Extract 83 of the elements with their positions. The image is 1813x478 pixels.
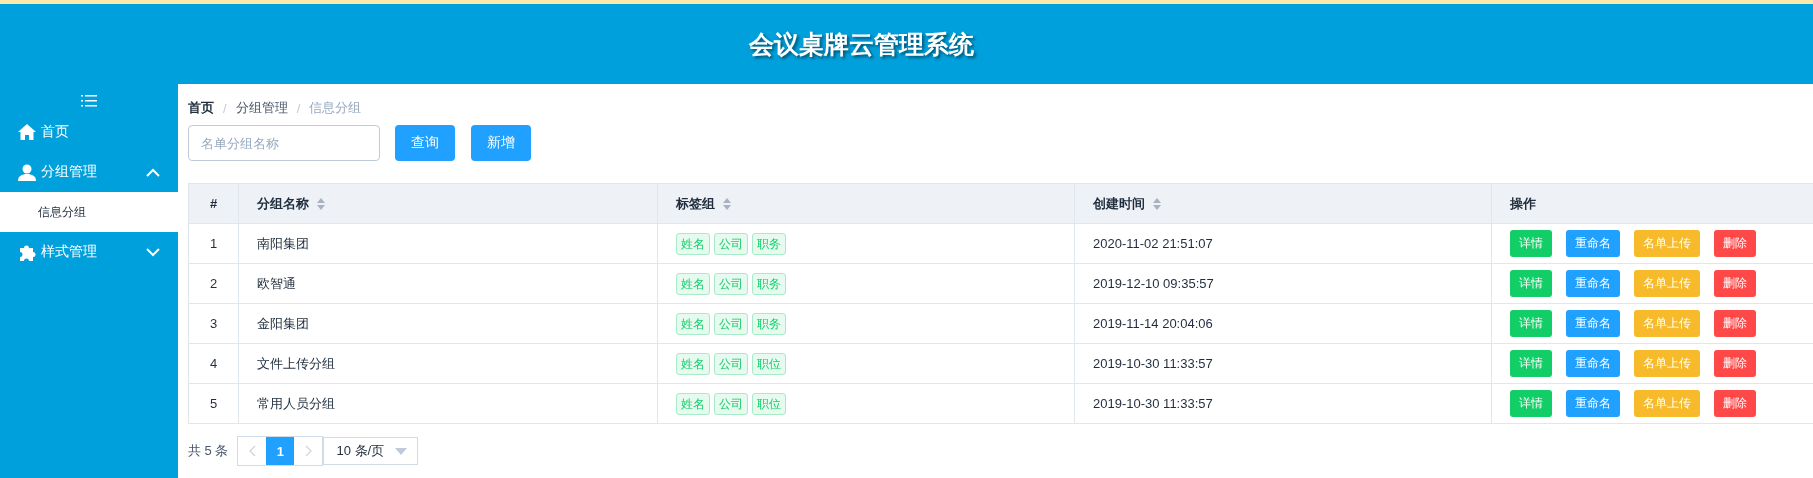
total-count: 共 5 条	[188, 442, 229, 460]
table-cell: 5	[209, 396, 218, 411]
action-button[interactable]: 详情	[1510, 230, 1552, 257]
action-button[interactable]: 删除	[1714, 350, 1756, 377]
puzzle-icon	[18, 243, 36, 261]
table-cell: 2020-11-02 21:51:07	[1093, 236, 1213, 251]
action-button[interactable]: 名单上传	[1634, 230, 1700, 257]
search-field[interactable]: 名单分组名称	[188, 125, 380, 161]
breadcrumb-separator: /	[296, 100, 301, 116]
tag: 公司	[714, 232, 748, 255]
action-button[interactable]: 删除	[1714, 390, 1756, 417]
action-button[interactable]: 名单上传	[1634, 310, 1700, 337]
table-cell: 常用人员分组	[257, 395, 335, 411]
tag: 职务	[752, 232, 786, 255]
add-button[interactable]: 新增	[471, 125, 531, 161]
column-header: #	[209, 196, 218, 211]
action-button[interactable]: 重命名	[1566, 350, 1620, 377]
sidebar-item[interactable]: 分组管理	[0, 152, 178, 192]
table-cell: 文件上传分组	[257, 355, 335, 371]
sort-icon[interactable]	[317, 197, 325, 210]
tag: 公司	[714, 352, 748, 375]
chevron-down-icon	[146, 247, 160, 257]
tag: 姓名	[676, 352, 710, 375]
table-cell: 金阳集团	[257, 315, 309, 331]
action-button[interactable]: 删除	[1714, 310, 1756, 337]
tag: 公司	[714, 272, 748, 295]
tag: 职务	[752, 312, 786, 335]
sidebar-item[interactable]: 样式管理	[0, 232, 178, 272]
breadcrumb-item: 信息分组	[309, 99, 362, 117]
action-button[interactable]: 详情	[1510, 270, 1552, 297]
sidebar-item[interactable]: 首页	[0, 112, 178, 152]
table-cell: 4	[209, 356, 218, 371]
tag: 职位	[752, 352, 786, 375]
action-button[interactable]: 名单上传	[1634, 270, 1700, 297]
tag: 姓名	[676, 272, 710, 295]
action-button[interactable]: 重命名	[1566, 270, 1620, 297]
action-button[interactable]: 重命名	[1566, 390, 1620, 417]
page-size-select[interactable]: 10 条/页	[323, 437, 419, 465]
breadcrumb-separator: /	[223, 100, 227, 116]
action-button[interactable]: 名单上传	[1634, 390, 1700, 417]
action-button[interactable]: 详情	[1510, 350, 1552, 377]
chevron-right-icon	[304, 445, 312, 457]
table-cell: 2019-10-30 11:33:57	[1093, 356, 1213, 371]
table-cell: 1	[209, 236, 218, 251]
caret-icon	[395, 447, 408, 455]
chevron-up-icon	[146, 167, 160, 177]
action-button[interactable]: 重命名	[1566, 230, 1620, 257]
home-icon	[18, 124, 36, 140]
table-cell: 2	[209, 276, 218, 291]
submenu-item[interactable]: 信息分组	[0, 192, 178, 232]
tag: 姓名	[676, 312, 710, 335]
menu-icon[interactable]	[81, 94, 97, 108]
tag: 公司	[714, 312, 748, 335]
breadcrumb-item[interactable]: 首页	[188, 99, 214, 117]
tag: 姓名	[676, 392, 710, 415]
table-cell: 3	[209, 316, 218, 331]
action-button[interactable]: 名单上传	[1634, 350, 1700, 377]
page-button[interactable]: 1	[266, 437, 295, 465]
breadcrumb-item[interactable]: 分组管理	[235, 99, 288, 117]
table-cell: 2019-12-10 09:35:57	[1093, 276, 1214, 291]
column-header[interactable]: 标签组	[676, 194, 715, 213]
app-title: 会议桌牌云管理系统	[749, 28, 974, 60]
action-button[interactable]: 重命名	[1566, 310, 1620, 337]
action-button[interactable]: 删除	[1714, 230, 1756, 257]
tag: 职务	[752, 272, 786, 295]
column-header: 操作	[1510, 194, 1536, 213]
tag: 姓名	[676, 232, 710, 255]
action-button[interactable]: 详情	[1510, 390, 1552, 417]
column-header[interactable]: 创建时间	[1093, 194, 1145, 213]
sort-icon[interactable]	[1153, 197, 1161, 210]
tag: 职位	[752, 392, 786, 415]
table-cell: 2019-11-14 20:04:06	[1093, 316, 1213, 331]
column-header[interactable]: 分组名称	[257, 194, 309, 213]
tag: 公司	[714, 392, 748, 415]
table-cell: 南阳集团	[257, 235, 309, 251]
user-icon	[18, 163, 36, 181]
sort-icon[interactable]	[723, 197, 731, 210]
table-cell: 欧智通	[257, 275, 296, 291]
action-button[interactable]: 删除	[1714, 270, 1756, 297]
table-cell: 2019-10-30 11:33:57	[1093, 396, 1213, 411]
action-button[interactable]: 详情	[1510, 310, 1552, 337]
chevron-left-icon	[248, 445, 256, 457]
query-button[interactable]: 查询	[395, 125, 455, 161]
